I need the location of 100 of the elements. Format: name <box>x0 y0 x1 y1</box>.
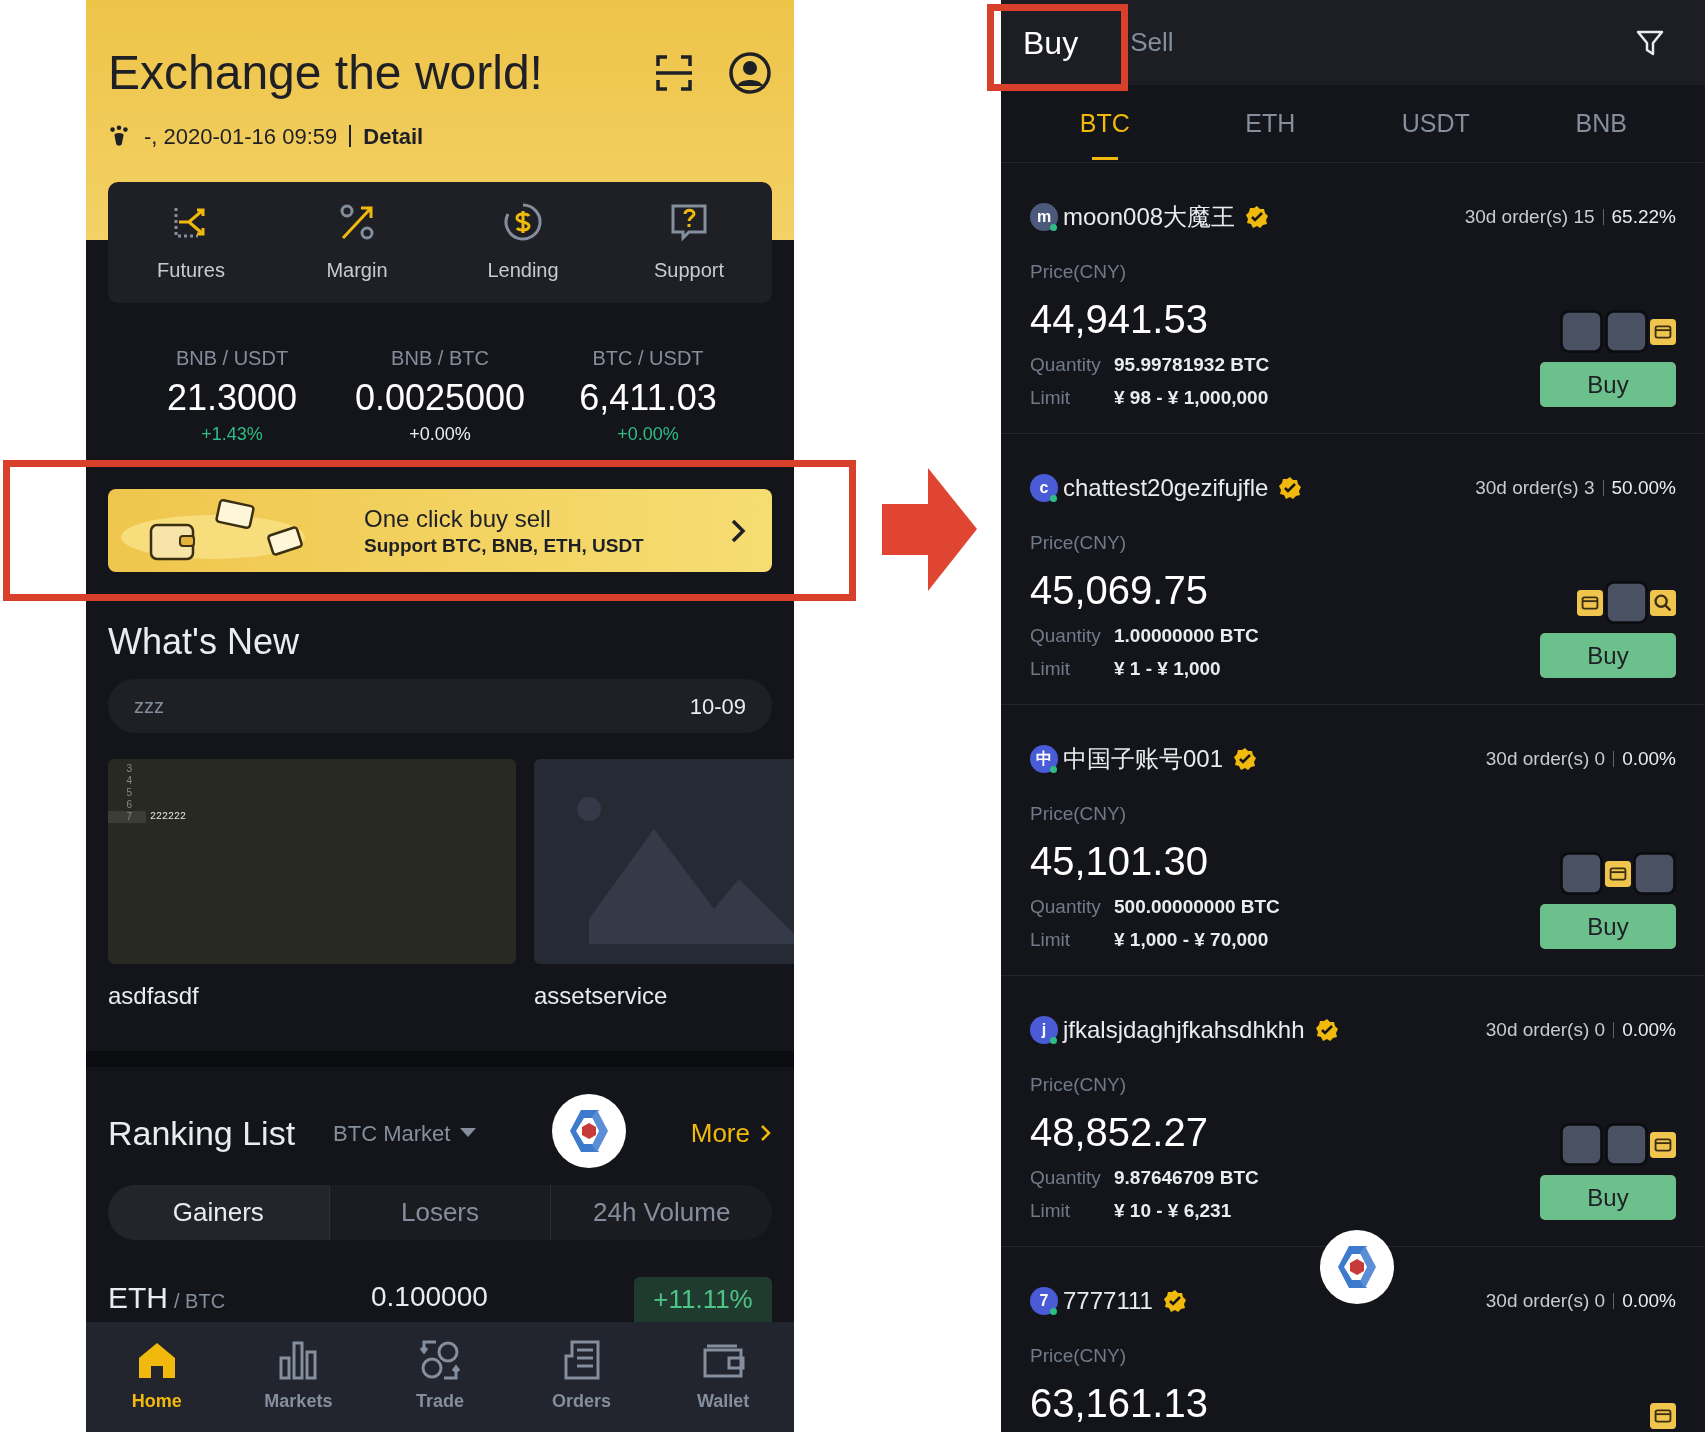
section-title: Ranking List <box>108 1112 296 1154</box>
notice-bar[interactable]: zzz 10-09 <box>108 679 772 733</box>
nav-tab[interactable]: Markets <box>227 1322 370 1432</box>
quantity-label: Quantity <box>1030 352 1102 377</box>
avatar: 7 <box>1030 1287 1058 1315</box>
card-icon <box>1605 860 1631 887</box>
editor-preview[interactable]: 3 4 5 6 7 222222 <box>108 759 516 964</box>
price-value: 63,161.13 <box>1030 1381 1208 1425</box>
nav-tab[interactable]: Trade <box>369 1322 511 1432</box>
line-number: 5 <box>125 787 133 799</box>
quantity-value: 500.00000000 BTC <box>1114 894 1280 919</box>
ranking-tab[interactable]: Gainers <box>108 1185 329 1240</box>
limit-label: Limit <box>1030 1198 1072 1223</box>
ticker-pair: BNB / BTC <box>391 346 489 370</box>
quick-menu-item[interactable]: Support <box>606 182 772 303</box>
pair-price: 0.100000 <box>371 1280 488 1314</box>
arrow-icon <box>882 468 977 591</box>
payment-tile-icon <box>1605 1123 1648 1166</box>
payment-tile-icon <box>1633 852 1676 895</box>
floating-logo-icon[interactable] <box>551 1093 627 1169</box>
order-count: 30d order(s) 0 <box>1485 1017 1606 1042</box>
avatar: m <box>1030 203 1058 231</box>
ticker-pair: BTC / USDT <box>592 346 704 370</box>
merchant-name[interactable]: chattest20gezifujfle <box>1063 470 1269 506</box>
pair-base: ETH <box>108 1280 168 1316</box>
quantity-value: 1.00000000 BTC <box>1114 623 1259 648</box>
section-title: What's New <box>107 620 300 664</box>
quantity-value: 95.99781932 BTC <box>1114 352 1270 377</box>
coin-tab[interactable]: USDT <box>1401 109 1470 137</box>
quantity-label: Quantity <box>1030 894 1102 919</box>
buy-button[interactable]: Buy <box>1540 1175 1676 1220</box>
ticker-change: +0.00% <box>409 423 471 445</box>
line-number: 7 <box>108 811 146 823</box>
nav-tab[interactable]: Wallet <box>652 1322 794 1432</box>
scan-icon[interactable] <box>654 53 694 93</box>
paw-icon <box>108 125 130 147</box>
merchant-name[interactable]: 7777111 <box>1063 1283 1153 1319</box>
coin-tab[interactable]: BTC <box>1079 109 1130 137</box>
promo-banner[interactable]: One click buy sell Support BTC, BNB, ETH, USDT <box>108 489 772 572</box>
limit-label: Limit <box>1030 927 1072 952</box>
support-icon <box>669 202 709 242</box>
market-dropdown[interactable]: BTC Market <box>333 1116 477 1150</box>
ranking-tab[interactable]: Losers <box>328 1185 551 1240</box>
price-label: Price(CNY) <box>1030 531 1128 555</box>
payment-tile-icon <box>1560 1123 1603 1166</box>
side-tab[interactable]: Buy <box>1023 18 1079 67</box>
ticker-price: 21.3000 <box>166 378 298 418</box>
coin-tab[interactable]: BNB <box>1575 109 1627 137</box>
card-caption: asdfasdf <box>108 981 200 1011</box>
order-count: 30d order(s) 15 <box>1464 204 1595 229</box>
completion-rate: 0.00% <box>1622 1288 1676 1313</box>
order-count: 30d order(s) 0 <box>1485 1288 1606 1313</box>
side-tab[interactable]: Sell <box>1130 23 1174 62</box>
quick-menu-item[interactable]: Futures <box>108 182 274 303</box>
ticker-pair: BNB / USDT <box>175 346 289 370</box>
line-number: 6 <box>125 799 133 811</box>
merchant-name[interactable]: moon008大魔王 <box>1063 199 1236 235</box>
buy-button[interactable]: Buy <box>1540 362 1676 407</box>
limit-value: ¥ 1 - ¥ 1,000 <box>1114 656 1221 681</box>
buy-button[interactable]: Buy <box>1540 904 1676 949</box>
line-number: 4 <box>125 775 133 787</box>
payment-tile-icon <box>1560 852 1603 895</box>
avatar: 中 <box>1030 745 1058 773</box>
banner-subtitle: Support BTC, BNB, ETH, USDT <box>364 533 644 558</box>
card-icon <box>1577 589 1603 616</box>
more-link[interactable]: More <box>690 1113 772 1153</box>
buy-button[interactable]: Buy <box>1540 633 1676 678</box>
payment-tile-icon <box>1560 310 1603 353</box>
chevron-icon <box>760 1123 772 1143</box>
quick-menu-item[interactable]: Margin <box>274 182 440 303</box>
price-value: 44,941.53 <box>1030 297 1209 341</box>
detail-link[interactable]: Detail <box>363 119 424 153</box>
notice-text: zzz <box>134 694 164 719</box>
completion-rate: 50.00% <box>1611 475 1676 500</box>
limit-label: Limit <box>1030 656 1072 681</box>
card-icon <box>1650 1131 1676 1158</box>
price-label: Price(CNY) <box>1030 802 1128 826</box>
nav-tab[interactable]: Orders <box>510 1322 653 1432</box>
coin-tab[interactable]: ETH <box>1245 109 1296 137</box>
profile-icon[interactable] <box>728 51 772 95</box>
limit-value: ¥ 10 - ¥ 6,231 <box>1114 1198 1232 1223</box>
quick-menu-item[interactable]: Lending <box>440 182 606 303</box>
change-badge: +11.11% <box>634 1277 772 1322</box>
card-icon <box>1650 318 1676 345</box>
editor-text: 222222 <box>150 811 186 823</box>
merchant-name[interactable]: 中国子账号001 <box>1063 741 1224 777</box>
tab-underline <box>1091 157 1118 160</box>
floating-logo-icon[interactable] <box>1319 1229 1395 1305</box>
order-count: 30d order(s) 3 <box>1475 475 1595 500</box>
avatar: c <box>1030 474 1058 502</box>
merchant-name[interactable]: jfkalsjdaghjfkahsdhkhh <box>1063 1012 1305 1048</box>
ticker-change: +1.43% <box>201 423 263 445</box>
order-count: 30d order(s) 0 <box>1485 746 1606 771</box>
page-title: Exchange the world! <box>108 45 543 101</box>
trade-icon <box>418 1338 462 1382</box>
nav-tab[interactable]: Home <box>86 1322 228 1432</box>
quantity-label: Quantity <box>1030 1165 1102 1190</box>
ranking-tab[interactable]: 24h Volume <box>550 1185 772 1240</box>
completion-rate: 65.22% <box>1611 204 1676 229</box>
ticker-change: +0.00% <box>617 423 679 445</box>
